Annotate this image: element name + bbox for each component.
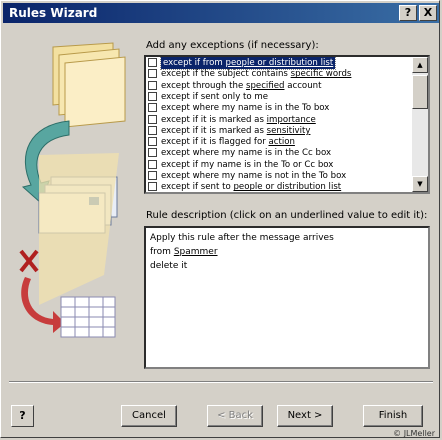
rule-description-label: Rule description (click on an underlined… xyxy=(146,210,428,221)
exception-checkbox[interactable] xyxy=(148,137,157,147)
exception-text: except if the subject contains xyxy=(161,69,291,80)
credit-text: © JLMeller xyxy=(393,429,435,438)
exception-text: account xyxy=(284,80,322,91)
help-button[interactable]: ? xyxy=(11,405,34,427)
exception-checkbox[interactable] xyxy=(148,159,157,169)
exception-text: except if sent only to me xyxy=(161,91,269,102)
exception-checkbox[interactable] xyxy=(148,125,157,135)
exception-checkbox[interactable] xyxy=(148,80,157,90)
back-button[interactable]: < Back xyxy=(207,405,263,427)
exception-item[interactable]: except if from people or distribution li… xyxy=(146,57,412,70)
exception-value-link[interactable]: action xyxy=(268,137,294,147)
help-title-button[interactable]: ? xyxy=(399,5,417,21)
exception-checkbox[interactable] xyxy=(148,103,157,113)
exception-label: except where my name is not in the To bo… xyxy=(161,170,346,182)
close-button[interactable]: X xyxy=(419,5,437,21)
exception-item[interactable]: except if the subject contains specific … xyxy=(146,68,412,80)
finish-button[interactable]: Finish xyxy=(363,405,423,427)
scroll-down-icon[interactable]: ▼ xyxy=(412,176,428,192)
exception-item[interactable]: except if sent to people or distribution… xyxy=(146,181,412,193)
next-button[interactable]: Next > xyxy=(277,405,333,427)
exception-label: except if it is flagged for action xyxy=(161,136,295,148)
exception-text: except through the xyxy=(161,80,246,91)
exception-label: except through the specified account xyxy=(161,80,321,92)
exception-label: except if my name is in the To or Cc box xyxy=(161,159,333,171)
exception-text: except if it is flagged for xyxy=(161,137,269,148)
exceptions-label: Add any exceptions (if necessary): xyxy=(146,40,319,51)
exception-label: except where my name is in the To box xyxy=(161,102,329,114)
title-bar: Rules Wizard ? X xyxy=(3,3,439,23)
exception-item[interactable]: except where my name is in the Cc box xyxy=(146,147,412,159)
exception-text: except if it is marked as xyxy=(161,114,267,125)
cancel-button[interactable]: Cancel xyxy=(121,405,177,427)
exception-item[interactable]: except where my name is in the To box xyxy=(146,102,412,114)
scroll-thumb[interactable] xyxy=(412,75,428,109)
exception-text: except if my name is in the To or Cc box xyxy=(161,159,334,170)
exception-label: except if the subject contains specific … xyxy=(161,68,351,80)
exception-value-link[interactable]: sensitivity xyxy=(267,126,311,136)
wizard-illustration xyxy=(9,35,129,365)
exception-checkbox[interactable] xyxy=(148,91,157,101)
exception-checkbox[interactable] xyxy=(148,182,157,192)
exception-checkbox[interactable] xyxy=(148,171,157,180)
exception-item[interactable]: except if sent only to me xyxy=(146,91,412,103)
exception-checkbox[interactable] xyxy=(148,114,157,124)
exception-checkbox[interactable] xyxy=(148,69,157,79)
calendar-icon xyxy=(60,296,116,338)
exception-value-link[interactable]: people or distribution list xyxy=(226,58,334,68)
exception-text: except where my name is in the Cc box xyxy=(161,148,332,159)
rule-description-box: Apply this rule after the message arrive… xyxy=(144,226,430,369)
exception-checkbox[interactable] xyxy=(148,148,157,158)
exception-item[interactable]: except through the specified account xyxy=(146,80,412,92)
exception-label: except if from people or distribution li… xyxy=(159,57,337,70)
exception-label: except if it is marked as sensitivity xyxy=(161,125,310,137)
exception-text: except if from xyxy=(163,58,226,68)
exception-label: except if sent to people or distribution… xyxy=(161,181,341,193)
exception-text: except if it is marked as xyxy=(161,125,267,136)
exception-label: except if it is marked as importance xyxy=(161,114,316,126)
rules-wizard-window: Rules Wizard ? X Add any exceptions (if … xyxy=(0,0,440,438)
spammer-link[interactable]: Spammer xyxy=(174,247,218,257)
desc-line-1: Apply this rule after the message arrive… xyxy=(150,233,334,243)
exceptions-listbox[interactable]: except if from people or distribution li… xyxy=(144,55,430,194)
desc-from-label: from xyxy=(150,247,174,257)
exception-item[interactable]: except where my name is not in the To bo… xyxy=(146,170,412,182)
exception-checkbox[interactable] xyxy=(148,58,157,67)
desc-line-3: delete it xyxy=(150,261,188,271)
exception-value-link[interactable]: importance xyxy=(267,115,316,125)
exception-text: except where my name is in the To box xyxy=(161,103,330,114)
exception-value-link[interactable]: specific words xyxy=(291,69,352,79)
exception-item[interactable]: except if my name is in the To or Cc box xyxy=(146,159,412,171)
window-title: Rules Wizard xyxy=(9,6,98,20)
exception-item[interactable]: except if it is marked as sensitivity xyxy=(146,125,412,137)
exceptions-scrollbar[interactable]: ▲ ▼ xyxy=(412,57,428,192)
desc-line-2: from Spammer xyxy=(150,245,424,259)
exception-item[interactable]: except if it is marked as importance xyxy=(146,114,412,126)
button-separator xyxy=(9,381,433,383)
exception-text: except if sent to xyxy=(161,182,234,193)
exception-text: except where my name is not in the To bo… xyxy=(161,171,347,181)
exception-item[interactable]: except if it is flagged for action xyxy=(146,136,412,148)
scroll-up-icon[interactable]: ▲ xyxy=(412,57,428,73)
exception-value-link[interactable]: people or distribution list xyxy=(233,182,341,192)
exception-label: except where my name is in the Cc box xyxy=(161,147,331,159)
exception-value-link[interactable]: specified xyxy=(246,81,285,91)
exception-label: except if sent only to me xyxy=(161,91,268,103)
folder-icon xyxy=(52,42,126,128)
